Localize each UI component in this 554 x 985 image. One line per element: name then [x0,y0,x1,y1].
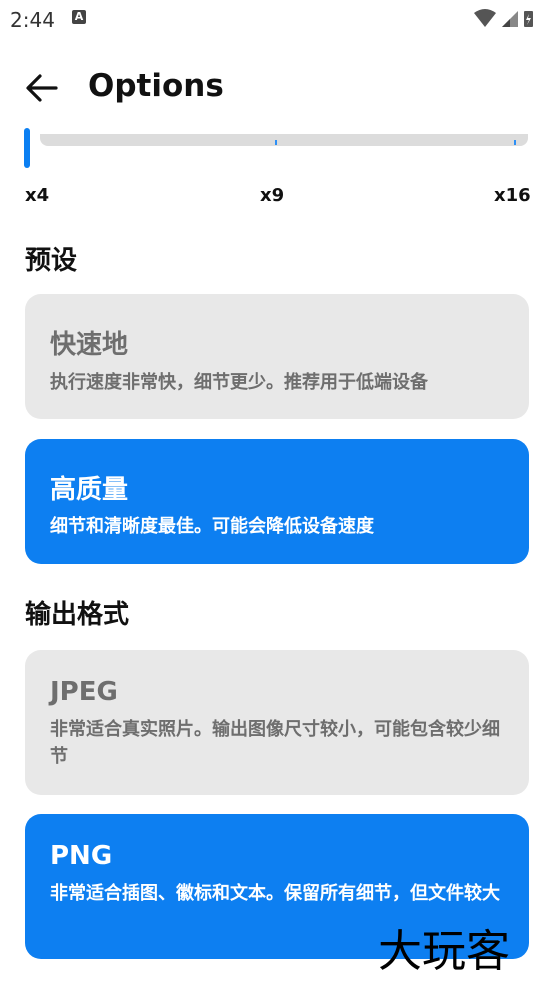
preset-quality-card[interactable]: 高质量 细节和清晰度最佳。可能会降低设备速度 [25,439,529,564]
scale-label-min: x4 [25,185,50,206]
slider-track[interactable] [40,134,528,146]
back-button[interactable] [22,68,62,108]
page-title: Options [88,68,224,104]
format-jpeg-card[interactable]: JPEG 非常适合真实照片。输出图像尺寸较小，可能包含较少细节 [25,650,529,795]
format-png-title: PNG [50,841,113,871]
status-time: 2:44 [10,8,55,32]
output-format-heading: 输出格式 [25,600,130,630]
upscale-slider[interactable] [24,128,530,168]
preset-fast-title: 快速地 [50,330,129,360]
watermark: 大玩客 [378,926,510,977]
status-icons [474,9,533,27]
app-bar: Options [0,54,554,118]
preset-fast-description: 执行速度非常快，细节更少。推荐用于低端设备 [50,372,428,393]
format-png-description: 非常适合插图、徽标和文本。保留所有细节，但文件较大 [50,883,500,904]
presets-heading: 预设 [25,246,78,276]
format-jpeg-title: JPEG [50,677,118,707]
preset-quality-title: 高质量 [50,475,129,505]
notification-icon: A [72,10,86,24]
slider-thumb[interactable] [24,128,30,168]
scale-label-max: x16 [494,185,531,206]
wifi-icon [474,9,496,27]
preset-quality-description: 细节和清晰度最佳。可能会降低设备速度 [50,516,374,537]
arrow-back-icon [26,74,58,102]
slider-tick [275,140,277,145]
slider-tick [514,140,516,145]
preset-fast-card[interactable]: 快速地 执行速度非常快，细节更少。推荐用于低端设备 [25,294,529,419]
format-jpeg-description: 非常适合真实照片。输出图像尺寸较小，可能包含较少细节 [50,719,500,767]
status-bar: 2:44 A [0,0,554,38]
scale-label-mid: x9 [260,185,285,206]
